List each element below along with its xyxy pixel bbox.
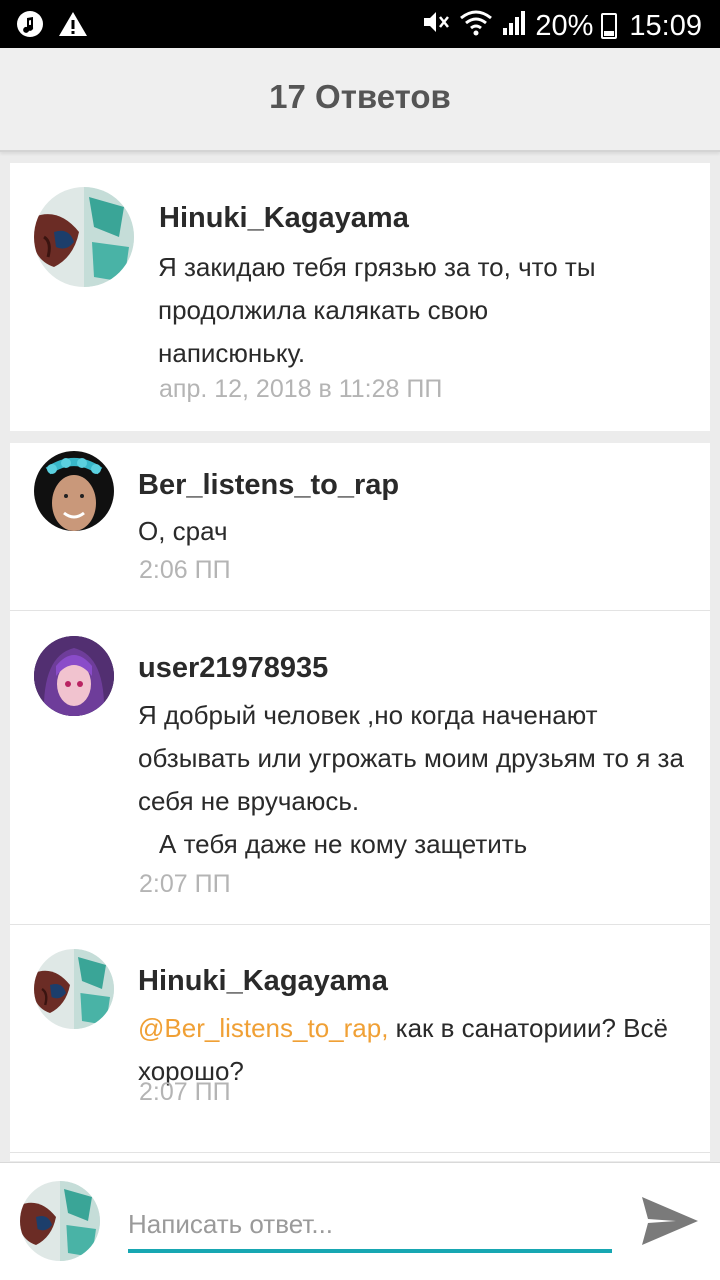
signal-icon <box>501 8 527 44</box>
header: 17 Ответов <box>0 48 720 152</box>
avatar[interactable] <box>34 187 134 287</box>
avatar[interactable] <box>34 949 114 1029</box>
mention-link[interactable]: @Ber_listens_to_rap, <box>138 1013 388 1043</box>
comment-username[interactable]: Hinuki_Kagayama <box>138 965 388 998</box>
warning-icon <box>58 10 88 43</box>
comment-timestamp: 2:06 ПП <box>139 556 231 584</box>
comment-text-continued: А тебя даже не кому защетить <box>159 829 528 859</box>
comment-text: Я добрый человек ,но когда наченают обзы… <box>138 700 684 816</box>
comment-timestamp: апр. 12, 2018 в 11:28 ПП <box>159 375 443 403</box>
reply-bar <box>0 1162 720 1280</box>
list-item: Ber_listens_to_rap О, срач 2:06 ПП <box>10 443 710 611</box>
wifi-icon <box>459 8 493 44</box>
list-item: user21978935 Я добрый человек ,но когда … <box>10 611 710 925</box>
screen: 20% 15:09 17 Ответов Hinuki_Kagayama Я з… <box>0 0 720 1280</box>
avatar[interactable] <box>34 636 114 716</box>
status-bar: 20% 15:09 <box>0 0 720 48</box>
comment-username[interactable]: user21978935 <box>138 652 328 685</box>
send-button[interactable] <box>638 1191 702 1251</box>
battery-icon <box>601 13 618 39</box>
clock: 15:09 <box>629 9 702 42</box>
replies-list: Ber_listens_to_rap О, срач 2:06 ПП user2… <box>10 443 710 1161</box>
battery-percent: 20% <box>535 9 594 42</box>
comment-timestamp: 2:07 ПП <box>139 870 231 898</box>
parent-comment: Hinuki_Kagayama Я закидаю тебя грязью за… <box>10 163 710 431</box>
avatar <box>20 1181 100 1261</box>
comment-text: Я закидаю тебя грязью за то, что ты прод… <box>158 252 596 368</box>
comment-username[interactable]: Hinuki_Kagayama <box>159 202 409 235</box>
comment-text: О, срач <box>138 516 228 546</box>
comment-username[interactable]: Ber_listens_to_rap <box>138 469 399 502</box>
comment-timestamp: 2:07 ПП <box>139 1078 231 1106</box>
page-title: 17 Ответов <box>269 78 451 115</box>
music-icon <box>16 10 44 43</box>
send-icon <box>642 1197 698 1245</box>
avatar[interactable] <box>34 451 114 531</box>
list-item: Hinuki_Kagayama @Ber_listens_to_rap, как… <box>10 925 710 1153</box>
reply-input[interactable] <box>128 1203 612 1253</box>
mute-icon <box>421 8 451 44</box>
